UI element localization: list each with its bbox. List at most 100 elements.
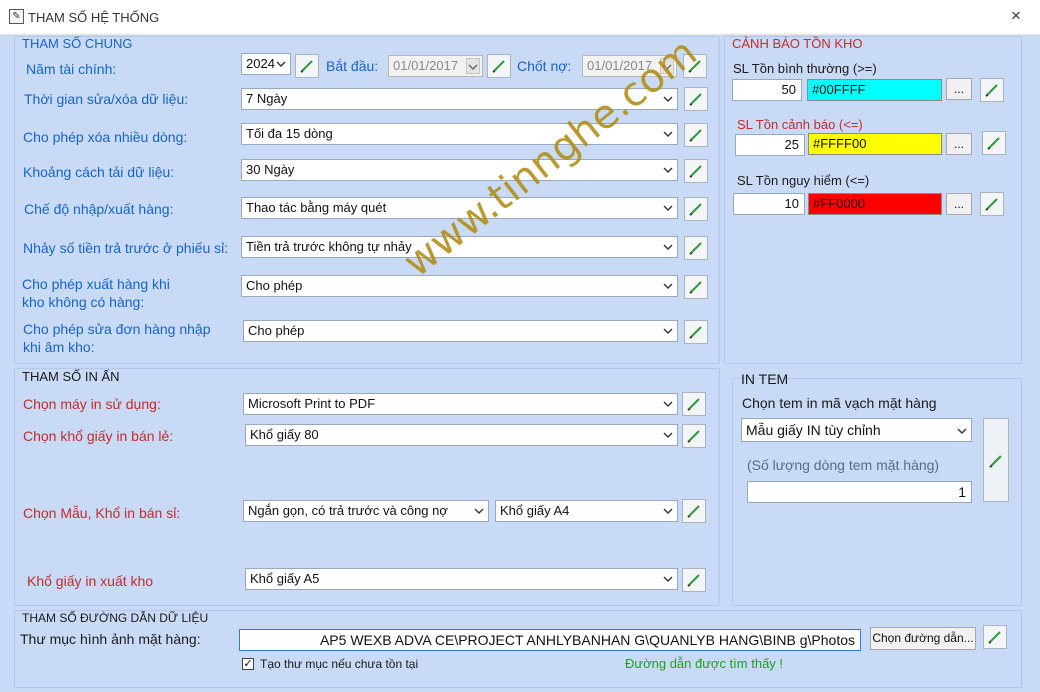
edit-time-label: Thời gian sửa/xóa dữ liệu: <box>24 91 189 107</box>
print-title: THAM SỐ IN ẤN <box>22 369 120 384</box>
warn-color-swatch[interactable]: #FFFF00 <box>808 133 942 155</box>
printer-select[interactable]: Microsoft Print to PDF <box>243 393 678 415</box>
chevron-down-icon <box>474 508 484 514</box>
pencil-icon <box>689 242 702 255</box>
wholesale-label: Chọn Mẫu, Khổ in bán sỉ: <box>23 505 181 521</box>
path-edit-button[interactable] <box>983 625 1007 649</box>
danger-stock-label: SL Tồn nguy hiểm (<=) <box>737 173 870 188</box>
start-date-picker[interactable]: 01/01/2017 <box>388 55 483 77</box>
load-distance-edit-button[interactable] <box>684 159 708 183</box>
pencil-icon <box>985 84 998 97</box>
export-no-stock-select[interactable]: Cho phép <box>241 275 678 297</box>
multi-delete-edit-button[interactable] <box>684 123 708 147</box>
pencil-icon <box>687 505 700 518</box>
chevron-down-icon <box>957 428 967 434</box>
edit-import-edit-button[interactable] <box>684 320 708 344</box>
chevron-down-icon <box>663 244 673 250</box>
chevron-down-icon <box>663 432 673 438</box>
pencil-icon <box>492 60 505 73</box>
chevron-down-icon <box>663 283 673 289</box>
multi-delete-label: Cho phép xóa nhiều dòng: <box>23 129 188 145</box>
io-mode-edit-button[interactable] <box>684 197 708 221</box>
danger-color-picker-button[interactable]: ... <box>946 193 972 215</box>
danger-stock-edit-button[interactable] <box>980 192 1004 216</box>
chevron-down-icon <box>663 328 673 334</box>
pencil-icon <box>687 398 700 411</box>
wholesale-paper-select[interactable]: Khổ giấy A4 <box>495 500 678 522</box>
export-no-stock-edit-button[interactable] <box>684 275 708 299</box>
pencil-icon <box>689 326 702 339</box>
prepay-edit-button[interactable] <box>684 236 708 260</box>
normal-color-picker-button[interactable]: ... <box>946 78 972 100</box>
chevron-down-icon <box>663 401 673 407</box>
pencil-icon <box>985 198 998 211</box>
fiscal-year-edit-button[interactable] <box>295 54 319 78</box>
retail-paper-edit-button[interactable] <box>682 424 706 448</box>
danger-color-swatch[interactable]: #FF0000 <box>808 193 942 215</box>
retail-paper-label: Chọn khổ giấy in bán lẻ: <box>23 428 174 444</box>
close-debt-label: Chốt nợ: <box>517 58 572 74</box>
danger-stock-qty-input[interactable]: 10 <box>733 193 805 215</box>
pencil-icon <box>988 631 1001 644</box>
choose-path-button[interactable]: Chọn đường dẫn... <box>870 627 976 650</box>
pencil-icon <box>300 60 313 73</box>
normal-stock-edit-button[interactable] <box>980 78 1004 102</box>
tem-choose-label: Chọn tem in mã vạch mặt hàng <box>742 395 937 411</box>
chevron-down-icon <box>663 576 673 582</box>
pencil-icon <box>689 93 702 106</box>
normal-stock-label: SL Tồn bình thường (>=) <box>733 61 877 76</box>
image-folder-input[interactable]: AP5 WEXB ADVA CE\PROJECT ANHLYBANHAN G\Q… <box>239 629 861 651</box>
export-no-stock-label-line2: kho không có hàng: <box>22 294 145 310</box>
tem-edit-button[interactable] <box>983 418 1009 502</box>
warn-stock-label: SL Tồn cảnh báo (<=) <box>737 117 863 132</box>
printer-label: Chọn máy in sử dụng: <box>23 396 161 412</box>
edit-import-label-line1: Cho phép sửa đơn hàng nhập <box>23 321 211 337</box>
stock-warning-title: CẢNH BÁO TỒN KHO <box>732 36 863 51</box>
normal-color-swatch[interactable]: #00FFFF <box>807 79 942 101</box>
prepay-label: Nhảy số tiền trả trước ở phiếu sỉ: <box>23 240 229 256</box>
pencil-icon <box>689 203 702 216</box>
chevron-down-icon <box>663 167 673 173</box>
warn-color-picker-button[interactable]: ... <box>946 133 972 155</box>
general-title: THAM SỐ CHUNG <box>22 36 133 51</box>
printer-edit-button[interactable] <box>682 392 706 416</box>
chevron-down-icon <box>663 205 673 211</box>
edit-import-select[interactable]: Cho phép <box>243 320 678 342</box>
edit-time-edit-button[interactable] <box>684 87 708 111</box>
app-icon: ✎ <box>9 9 24 24</box>
warn-stock-qty-input[interactable]: 25 <box>735 134 805 156</box>
start-date-edit-button[interactable] <box>487 54 511 78</box>
pencil-icon <box>689 165 702 178</box>
normal-stock-qty-input[interactable]: 50 <box>732 79 802 101</box>
load-distance-label: Khoảng cách tải dữ liệu: <box>23 164 175 180</box>
warn-stock-edit-button[interactable] <box>982 131 1006 155</box>
path-title: THAM SỐ ĐƯỜNG DẪN DỮ LIỆU <box>22 611 209 625</box>
chevron-down-icon <box>663 131 673 137</box>
fiscal-year-select[interactable]: 2024 <box>241 53 291 75</box>
path-found-message: Đường dẫn được tìm thấy ! <box>625 656 784 671</box>
edit-import-label-line2: khi âm kho: <box>23 339 95 355</box>
load-distance-select[interactable]: 30 Ngày <box>241 159 678 181</box>
tem-template-select[interactable]: Mẫu giấy IN tùy chỉnh <box>741 418 972 442</box>
tem-title: IN TEM <box>741 371 789 387</box>
pencil-icon <box>687 574 700 587</box>
export-paper-label: Khổ giấy in xuất kho <box>27 573 154 589</box>
create-folder-label: Tạo thư mục nếu chưa tồn tại <box>260 657 419 671</box>
chevron-down-icon <box>276 61 286 67</box>
chevron-down-icon <box>468 64 478 70</box>
chevron-down-icon <box>663 508 673 514</box>
pencil-icon <box>987 137 1000 150</box>
wholesale-template-select[interactable]: Ngắn gọn, có trả trước và công nợ <box>243 500 489 522</box>
create-folder-checkbox[interactable]: ✓ <box>242 658 254 670</box>
pencil-icon <box>687 430 700 443</box>
close-icon[interactable]: × <box>1006 6 1026 26</box>
fiscal-year-label: Năm tài chính: <box>26 61 117 77</box>
tem-rows-label: (Số lượng dòng tem mặt hàng) <box>747 457 940 473</box>
wholesale-edit-button[interactable] <box>682 499 706 523</box>
tem-rows-input[interactable]: 1 <box>747 481 972 503</box>
pencil-icon <box>989 455 1002 468</box>
retail-paper-select[interactable]: Khổ giấy 80 <box>245 424 678 446</box>
export-paper-select[interactable]: Khổ giấy A5 <box>245 568 678 590</box>
export-paper-edit-button[interactable] <box>682 568 706 592</box>
pencil-icon <box>689 129 702 142</box>
